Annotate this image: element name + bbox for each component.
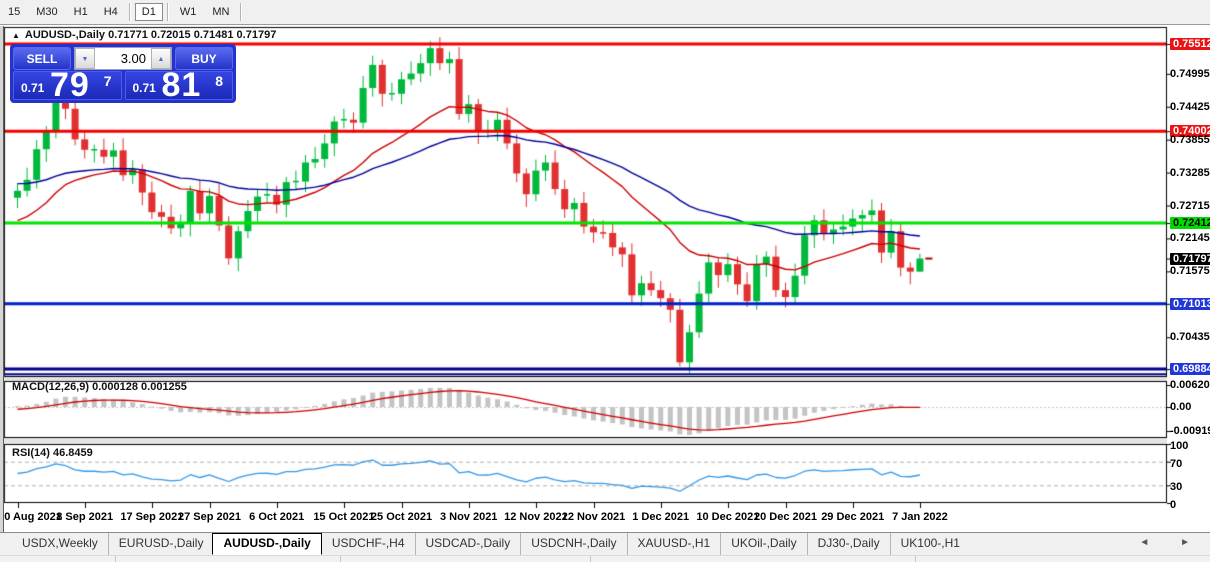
timeframe-button-h4[interactable]: H4 xyxy=(97,3,125,21)
scrollbar-separator xyxy=(915,556,916,562)
toolbar-separator xyxy=(240,3,242,21)
chart-tab-xauusdh1[interactable]: XAUUSD-,H1 xyxy=(627,533,721,555)
chart-tab-uk100h1[interactable]: UK100-,H1 xyxy=(890,533,970,555)
scrollbar-separator xyxy=(115,556,116,562)
sell-price-prefix: 0.71 xyxy=(21,81,44,95)
price-axis-label: 0.71575 xyxy=(1170,265,1210,277)
chart-title-bar: ▲ AUDUSD-,Daily 0.71771 0.72015 0.71481 0… xyxy=(12,29,276,41)
date-axis-label: 6 Oct 2021 xyxy=(249,511,304,523)
chart-tab-eurusddaily[interactable]: EURUSD-,Daily xyxy=(108,533,214,555)
price-axis[interactable]: 0.755120.749950.744250.740020.738550.732… xyxy=(1168,27,1210,531)
date-axis[interactable]: 30 Aug 20218 Sep 2021 17 Sep 202127 Sep 2… xyxy=(0,508,1210,532)
toolbar-separator xyxy=(129,3,131,21)
date-axis-label: 22 Nov 2021 xyxy=(562,511,626,523)
ohlc-low: 0.71481 xyxy=(194,29,234,41)
price-axis-label: 0.73285 xyxy=(1170,167,1210,179)
timeframe-button-15[interactable]: 15 xyxy=(1,3,27,21)
timeframe-button-mn[interactable]: MN xyxy=(205,3,236,21)
date-axis-label: 15 Oct 2021 xyxy=(313,511,374,523)
chart-tab-bar: USDX,WeeklyEURUSD-,DailyAUDUSD-,DailyUSD… xyxy=(0,532,1210,555)
macd-label: MACD(12,26,9) 0.000128 0.001255 xyxy=(12,381,187,393)
date-axis-label: 30 Aug 2021 xyxy=(0,511,62,523)
date-axis-label: 1 Dec 2021 xyxy=(632,511,689,523)
date-axis-label: 17 Sep 2021 xyxy=(120,511,183,523)
date-axis-label: 7 Jan 2022 xyxy=(892,511,948,523)
date-axis-label: 8 Sep 2021 xyxy=(56,511,113,523)
price-level-badge: 0.71013 xyxy=(1170,298,1210,310)
price-level-badge: 0.75512 xyxy=(1170,38,1210,50)
rsi-axis-label: 30 xyxy=(1170,481,1182,493)
sell-price-box[interactable]: 0.71 79 7 xyxy=(13,71,122,100)
date-axis-label: 12 Nov 2021 xyxy=(504,511,568,523)
scrollbar-separator xyxy=(340,556,341,562)
chart-tab-dj30daily[interactable]: DJ30-,Daily xyxy=(807,533,890,555)
date-axis-label: 27 Sep 2021 xyxy=(178,511,241,523)
one-click-trading-panel: SELL ▼ 3.00 ▲ BUY 0.71 79 7 0.71 81 8 xyxy=(10,44,236,103)
volume-input[interactable]: 3.00 xyxy=(95,48,151,69)
chart-tab-usdcaddaily[interactable]: USDCAD-,Daily xyxy=(415,533,521,555)
horizontal-scrollbar[interactable] xyxy=(0,555,1210,562)
buy-price-pip: 8 xyxy=(215,73,223,89)
chart-tab-ukoildaily[interactable]: UKOil-,Daily xyxy=(720,533,806,555)
price-level-badge: 0.72412 xyxy=(1170,217,1210,229)
date-axis-label: 10 Dec 2021 xyxy=(696,511,759,523)
price-axis-label: 0.74425 xyxy=(1170,101,1210,113)
macd-axis-label: 0.00 xyxy=(1170,401,1191,413)
chart-tab-usdchfh4[interactable]: USDCHF-,H4 xyxy=(321,533,415,555)
price-level-badge: 0.69884 xyxy=(1170,363,1210,375)
ohlc-open: 0.71771 xyxy=(108,29,148,41)
price-axis-label: 0.74995 xyxy=(1170,68,1210,80)
chart-tab-usdcnhdaily[interactable]: USDCNH-,Daily xyxy=(520,533,626,555)
date-axis-label: 25 Oct 2021 xyxy=(371,511,432,523)
ohlc-close: 0.71797 xyxy=(237,29,277,41)
macd-values: 0.000128 0.001255 xyxy=(92,381,187,393)
ohlc-high: 0.72015 xyxy=(151,29,191,41)
sell-price-pip: 7 xyxy=(104,73,112,89)
date-axis-label: 3 Nov 2021 xyxy=(440,511,497,523)
scrollbar-separator xyxy=(590,556,591,562)
buy-price-main: 81 xyxy=(162,66,202,105)
chart-symbol-period: AUDUSD-,Daily xyxy=(25,29,105,41)
toolbar-separator xyxy=(167,3,169,21)
macd-axis-label: 0.006201 xyxy=(1170,379,1210,391)
timeframe-button-h1[interactable]: H1 xyxy=(67,3,95,21)
window-left-border xyxy=(0,25,4,562)
rsi-axis-label: 100 xyxy=(1170,440,1188,452)
rsi-axis-label: 70 xyxy=(1170,458,1182,470)
macd-axis-label: -0.009197 xyxy=(1170,425,1210,437)
sell-price-main: 79 xyxy=(50,66,90,105)
chart-tab-audusddaily[interactable]: AUDUSD-,Daily xyxy=(212,533,321,555)
rsi-value: 46.8459 xyxy=(53,447,93,459)
rsi-label: RSI(14) 46.8459 xyxy=(12,447,93,459)
timeframe-button-w1[interactable]: W1 xyxy=(173,3,204,21)
date-axis-label: 29 Dec 2021 xyxy=(821,511,884,523)
price-axis-label: 0.72145 xyxy=(1170,232,1210,244)
timeframe-button-d1[interactable]: D1 xyxy=(135,3,163,21)
chart-tab-usdxweekly[interactable]: USDX,Weekly xyxy=(12,533,108,555)
timeframe-button-m30[interactable]: M30 xyxy=(29,3,64,21)
price-axis-label: 0.72715 xyxy=(1170,200,1210,212)
price-level-badge: 0.71797 xyxy=(1170,253,1210,265)
buy-price-box[interactable]: 0.71 81 8 xyxy=(125,71,234,100)
collapse-chart-icon[interactable]: ▲ xyxy=(12,31,20,40)
price-axis-label: 0.73855 xyxy=(1170,134,1210,146)
date-axis-label: 20 Dec 2021 xyxy=(754,511,817,523)
mt4-chart-window: 15M30H1H4 D1 W1MN ▲ AUDUSD-,Daily 0.71771 0… xyxy=(0,0,1210,562)
timeframe-toolbar: 15M30H1H4 D1 W1MN xyxy=(0,0,1210,25)
buy-price-prefix: 0.71 xyxy=(133,81,156,95)
price-axis-label: 0.70435 xyxy=(1170,331,1210,343)
tab-scroll-arrows[interactable]: ◄ ► xyxy=(1139,537,1204,548)
